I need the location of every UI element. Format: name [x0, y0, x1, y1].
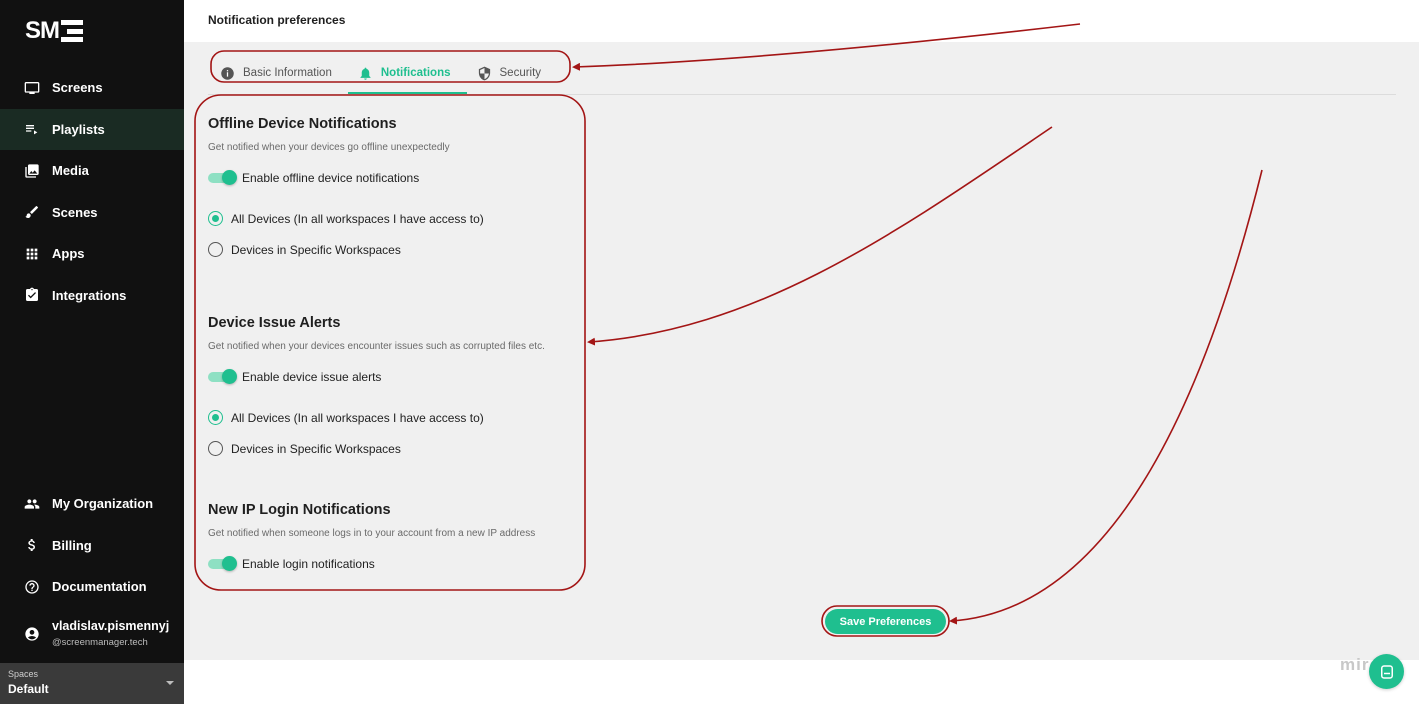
radio-option-all-devices[interactable]: All Devices (In all workspaces I have ac…: [208, 203, 484, 234]
media-icon: [24, 163, 40, 179]
spaces-value: Default: [8, 682, 49, 696]
sidebar-item-label: Apps: [52, 246, 85, 262]
sidebar-item-label: Scenes: [52, 204, 98, 220]
sidebar-item-screens[interactable]: Screens: [0, 67, 184, 109]
user-domain: @screenmanager.tech: [52, 637, 148, 648]
radio-option-specific-workspaces[interactable]: Devices in Specific Workspaces: [208, 433, 545, 464]
sidebar-item-documentation[interactable]: Documentation: [0, 566, 184, 608]
section-description: Get notified when someone logs in to you…: [208, 528, 536, 539]
sidebar-item-apps[interactable]: Apps: [0, 233, 184, 275]
user-profile[interactable]: vladislav.pismennyj @screenmanager.tech: [0, 608, 184, 660]
radio-label: Devices in Specific Workspaces: [231, 242, 401, 257]
tab-label: Security: [499, 67, 542, 79]
tab-security[interactable]: Security: [467, 54, 558, 92]
bell-icon: [358, 66, 373, 81]
section-title: Offline Device Notifications: [208, 116, 397, 132]
apps-grid-icon: [24, 246, 40, 262]
sidebar-nav: Screens Playlists Media Scenes Apps Inte…: [0, 67, 184, 316]
toggle-label: Enable device issue alerts: [242, 370, 382, 384]
account-icon: [24, 626, 40, 642]
section-title: Device Issue Alerts: [208, 315, 341, 331]
main-content: Basic Information Notifications Security…: [184, 42, 1419, 660]
user-name: vladislav.pismennyj: [52, 619, 170, 633]
tab-basic-information[interactable]: Basic Information: [210, 54, 348, 92]
dollar-icon: [24, 537, 40, 553]
top-bar: Notification preferences: [184, 0, 1419, 42]
toggle-label: Enable offline device notifications: [242, 171, 420, 185]
login-toggle-row: Enable login notifications: [208, 556, 535, 571]
spaces-label: Spaces: [8, 669, 39, 679]
section-description: Get notified when your devices go offlin…: [208, 142, 450, 153]
sidebar-item-my-organization[interactable]: My Organization: [0, 483, 184, 525]
radio-option-all-devices[interactable]: All Devices (In all workspaces I have ac…: [208, 402, 545, 433]
logo-mark-icon: [61, 20, 83, 42]
sidebar-item-label: Playlists: [52, 121, 105, 137]
radio-option-specific-workspaces[interactable]: Devices in Specific Workspaces: [208, 234, 484, 265]
radio-label: All Devices (In all workspaces I have ac…: [231, 410, 484, 425]
tab-label: Basic Information: [243, 67, 332, 79]
chat-button[interactable]: [1369, 654, 1404, 689]
login-notifications-toggle[interactable]: [208, 556, 237, 571]
tab-label: Notifications: [380, 67, 451, 79]
sidebar: SM Screens Playlists Media Scenes Apps I…: [0, 0, 184, 704]
new-ip-login-section: New IP Login Notifications Get notified …: [208, 502, 535, 571]
device-issue-alerts-section: Device Issue Alerts Get notified when yo…: [208, 315, 545, 464]
offline-toggle-row: Enable offline device notifications: [208, 170, 484, 185]
sidebar-item-media[interactable]: Media: [0, 150, 184, 192]
sidebar-item-label: Media: [52, 163, 89, 179]
radio-button[interactable]: [208, 441, 223, 456]
sidebar-bottom-nav: My Organization Billing Documentation vl…: [0, 483, 184, 660]
sidebar-item-label: Billing: [52, 537, 92, 553]
device-issue-alerts-toggle[interactable]: [208, 369, 237, 384]
user-text: vladislav.pismennyj @screenmanager.tech: [52, 619, 169, 648]
toggle-label: Enable login notifications: [242, 557, 375, 571]
offline-notifications-section: Offline Device Notifications Get notifie…: [208, 116, 484, 265]
chat-icon: [1378, 663, 1396, 681]
issue-toggle-row: Enable device issue alerts: [208, 369, 545, 384]
spaces-selector[interactable]: Spaces Default: [0, 663, 184, 704]
app-logo[interactable]: SM: [25, 17, 83, 44]
logo-text: SM: [25, 17, 60, 44]
sidebar-item-playlists[interactable]: Playlists: [0, 108, 184, 150]
shield-icon: [477, 66, 492, 81]
sidebar-item-billing[interactable]: Billing: [0, 525, 184, 567]
page-title: Notification preferences: [208, 13, 346, 27]
integrations-icon: [24, 287, 40, 303]
radio-label: Devices in Specific Workspaces: [231, 441, 401, 456]
sidebar-item-scenes[interactable]: Scenes: [0, 192, 184, 234]
sidebar-item-label: Screens: [52, 80, 103, 96]
info-icon: [220, 66, 235, 81]
section-title: New IP Login Notifications: [208, 502, 391, 518]
brush-icon: [24, 204, 40, 220]
help-icon: [24, 579, 40, 595]
radio-button[interactable]: [208, 211, 223, 226]
sidebar-item-label: My Organization: [52, 496, 154, 512]
monitor-icon: [24, 80, 40, 96]
save-preferences-button[interactable]: Save Preferences: [825, 609, 946, 634]
sidebar-item-label: Integrations: [52, 287, 127, 303]
tab-bar: Basic Information Notifications Security: [210, 54, 558, 94]
chevron-down-icon: [166, 681, 174, 685]
sidebar-item-integrations[interactable]: Integrations: [0, 275, 184, 317]
playlist-icon: [24, 121, 40, 137]
radio-button[interactable]: [208, 242, 223, 257]
footer-area: [184, 660, 1419, 704]
people-icon: [24, 496, 40, 512]
radio-label: All Devices (In all workspaces I have ac…: [231, 211, 484, 226]
tabs-divider: [208, 94, 1396, 95]
tab-notifications[interactable]: Notifications: [347, 54, 467, 94]
sidebar-item-label: Documentation: [52, 579, 147, 595]
section-description: Get notified when your devices encounter…: [208, 341, 545, 352]
offline-notifications-toggle[interactable]: [208, 170, 237, 185]
radio-button[interactable]: [208, 410, 223, 425]
